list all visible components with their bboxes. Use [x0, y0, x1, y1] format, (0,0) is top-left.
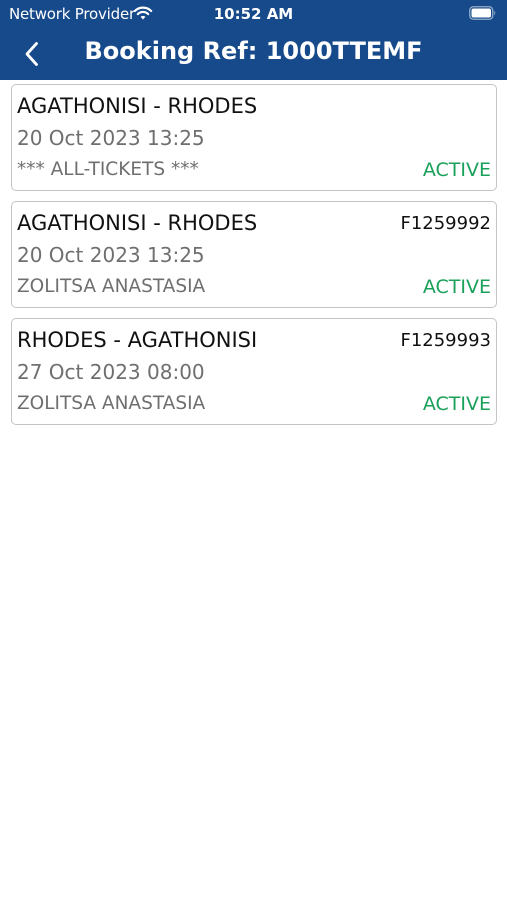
passenger-name: *** ALL-TICKETS *** [17, 159, 199, 180]
status-time: 10:52 AM [213, 5, 294, 23]
chevron-left-icon [25, 42, 38, 66]
header-bar: Network Provider 10:52 AM Booking Ref: 1… [0, 0, 507, 80]
status-bar: Network Provider 10:52 AM [0, 0, 507, 28]
booking-card[interactable]: AGATHONISI - RHODES F1259992 20 Oct 2023… [11, 201, 497, 308]
booking-list: AGATHONISI - RHODES 20 Oct 2023 13:25 **… [11, 84, 497, 435]
booking-card[interactable]: RHODES - AGATHONISI F1259993 27 Oct 2023… [11, 318, 497, 425]
departure-datetime: 20 Oct 2023 13:25 [17, 126, 205, 150]
route-label: AGATHONISI - RHODES [17, 94, 258, 118]
departure-datetime: 27 Oct 2023 08:00 [17, 360, 205, 384]
page-title: Booking Ref: 1000TTEMF [84, 37, 423, 65]
navigation-bar: Booking Ref: 1000TTEMF [0, 28, 507, 80]
route-label: AGATHONISI - RHODES [17, 211, 258, 235]
departure-datetime: 20 Oct 2023 13:25 [17, 243, 205, 267]
battery-icon [469, 6, 496, 20]
ticket-number: F1259992 [400, 213, 491, 234]
ticket-number: F1259993 [400, 330, 491, 351]
back-button[interactable] [14, 36, 50, 72]
passenger-name: ZOLITSA ANASTASIA [17, 276, 206, 297]
route-label: RHODES - AGATHONISI [17, 328, 258, 352]
status-badge: ACTIVE [422, 393, 491, 415]
status-badge: ACTIVE [422, 159, 491, 181]
passenger-name: ZOLITSA ANASTASIA [17, 393, 206, 414]
status-badge: ACTIVE [422, 276, 491, 298]
booking-card[interactable]: AGATHONISI - RHODES 20 Oct 2023 13:25 **… [11, 84, 497, 191]
booking-details-screen: Network Provider 10:52 AM Booking Ref: 1… [0, 0, 507, 900]
